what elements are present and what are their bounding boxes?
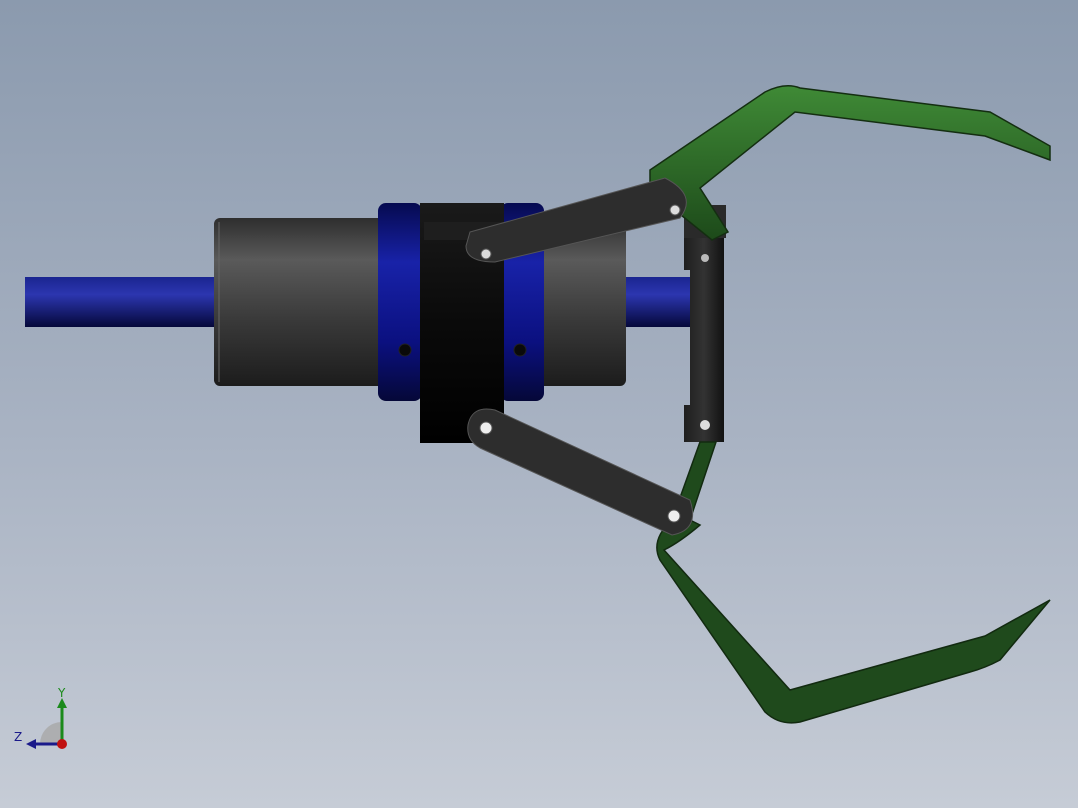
bolt-hole [398,343,412,357]
lower-link[interactable] [467,408,694,536]
triad-y-label: Y [58,686,66,700]
bolt-hole [513,343,527,357]
graphics-viewport[interactable]: Y Z [0,0,1078,808]
orientation-triad: Y Z [10,684,80,754]
pivot-pin [479,421,493,435]
shaft-left[interactable] [25,277,225,327]
pivot-pin [480,248,492,260]
pivot-pin [667,509,681,523]
gripper-model[interactable] [0,0,1078,808]
collar-left[interactable] [378,203,422,401]
triad-z-label: Z [14,730,23,744]
shaft-right[interactable] [620,277,700,327]
clamp-ring[interactable] [684,238,724,442]
upper-jaw[interactable] [649,85,1051,241]
lower-jaw[interactable] [656,441,1051,724]
pivot-pin [669,204,681,216]
